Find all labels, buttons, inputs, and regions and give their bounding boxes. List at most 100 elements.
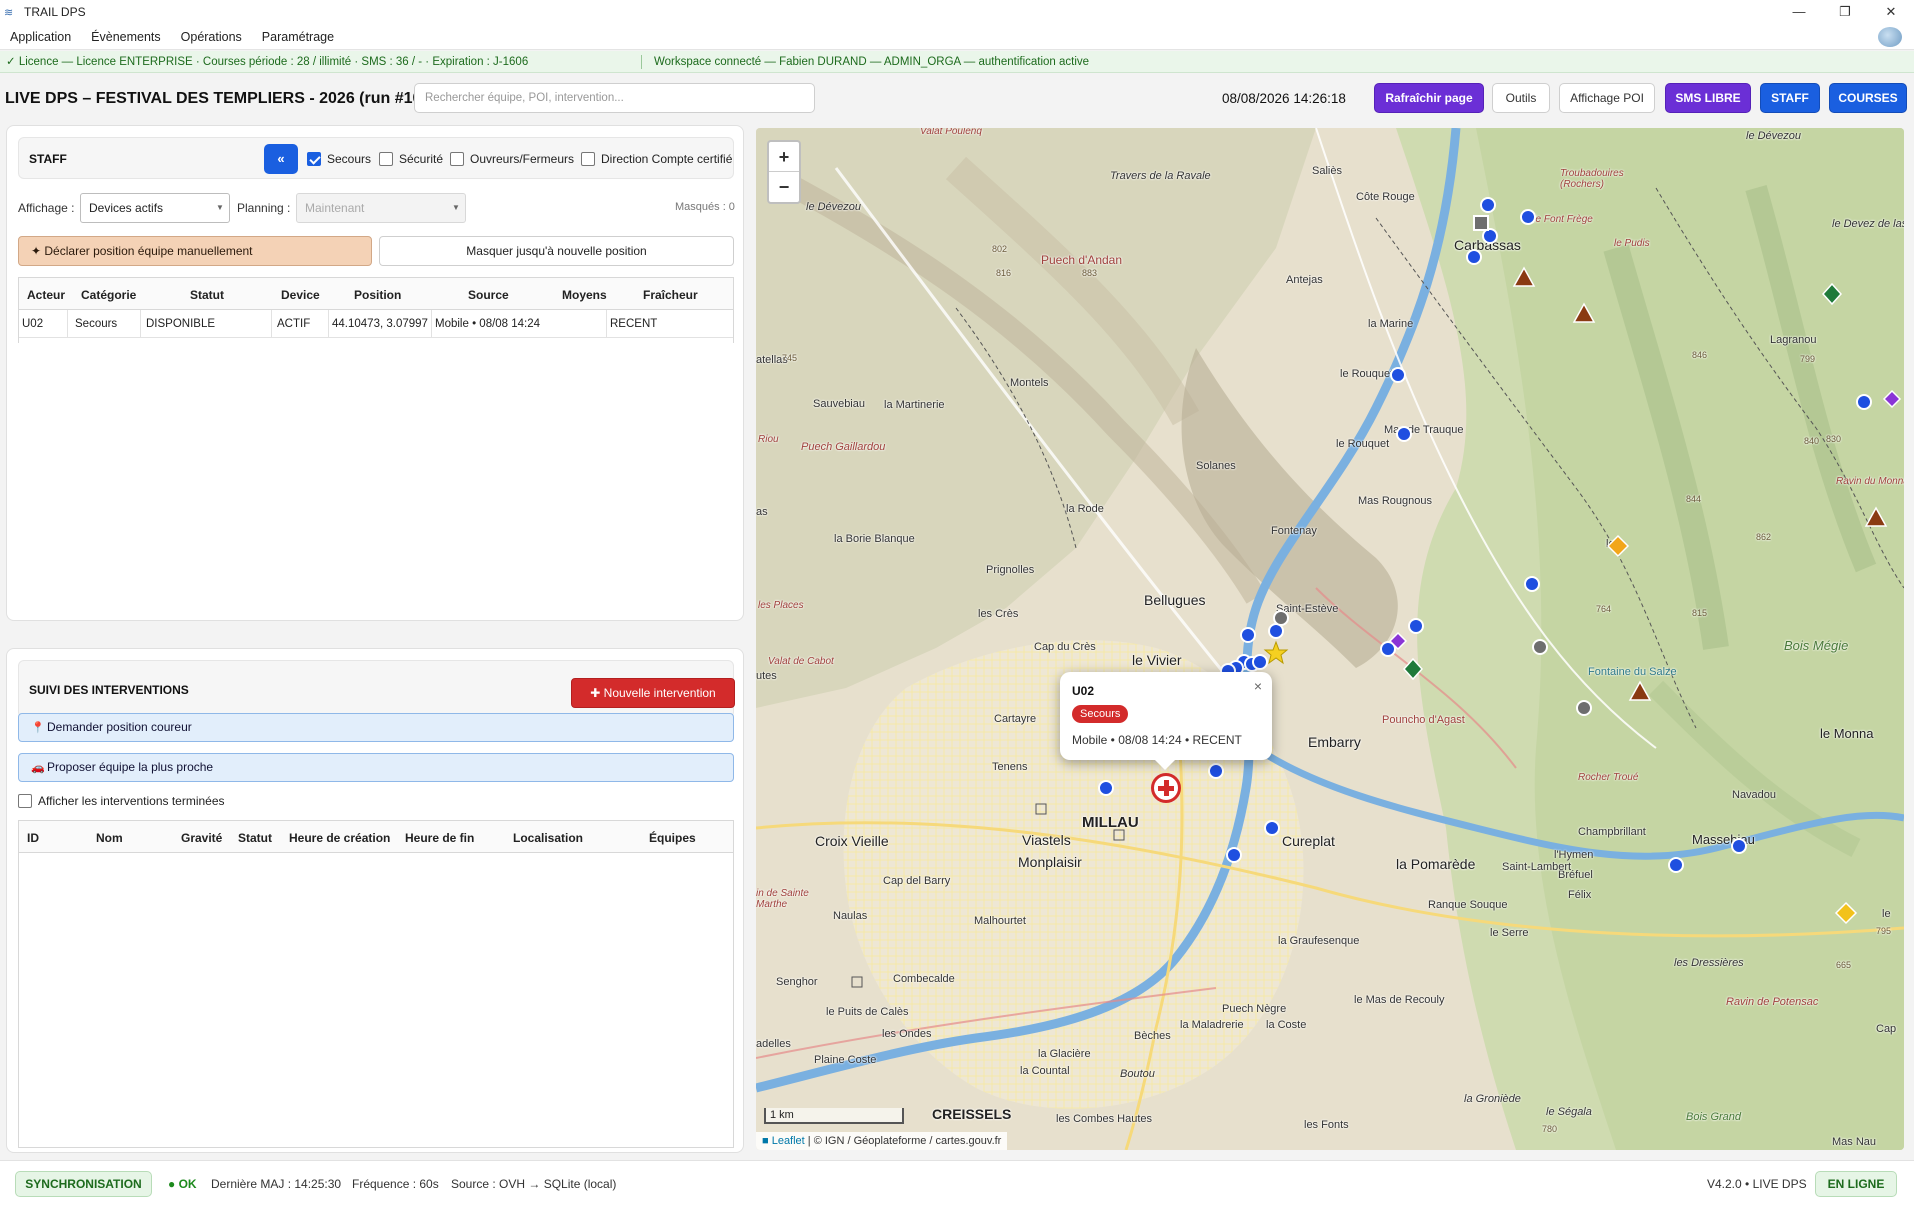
search-input[interactable] bbox=[414, 83, 815, 113]
place-label: le Devez de las bbox=[1832, 218, 1904, 230]
col-equipes[interactable]: Équipes bbox=[649, 831, 696, 845]
menu-evenements[interactable]: Évènements bbox=[81, 24, 170, 50]
table-row[interactable]: U02 Secours DISPONIBLE ACTIF 44.10473, 3… bbox=[19, 310, 733, 338]
interventions-header: SUIVI DES INTERVENTIONS ✚ Nouvelle inter… bbox=[18, 660, 735, 718]
pushpin-icon: 📍 bbox=[31, 722, 45, 734]
window-controls: — ❐ ✕ bbox=[1776, 0, 1914, 24]
place-label: de Font Frège bbox=[1530, 214, 1593, 225]
hide-until-position-button[interactable]: Masquer jusqu'à nouvelle position bbox=[379, 236, 734, 266]
place-label: la Pomarède bbox=[1396, 856, 1476, 872]
collapse-panel-button[interactable]: « bbox=[264, 144, 298, 174]
zoom-out-button[interactable]: − bbox=[769, 172, 799, 202]
sync-badge: SYNCHRONISATION bbox=[15, 1171, 152, 1197]
menu-bar: Application Évènements Opérations Paramé… bbox=[0, 24, 1914, 50]
sms-libre-button[interactable]: SMS LIBRE bbox=[1665, 83, 1751, 113]
staff-button[interactable]: STAFF bbox=[1760, 83, 1820, 113]
filter-label: Direction Compte certifié bbox=[601, 152, 733, 166]
filter-secours[interactable]: Secours bbox=[307, 152, 371, 166]
filter-securite[interactable]: Sécurité bbox=[379, 152, 443, 166]
place-label: le Vivier bbox=[1132, 652, 1182, 668]
place-label: le Monna bbox=[1820, 726, 1874, 741]
close-icon[interactable]: × bbox=[1254, 678, 1262, 694]
place-label: le Puits de Calès bbox=[826, 1006, 909, 1018]
filter-ouvreurs-fermeurs[interactable]: Ouvreurs/Fermeurs bbox=[450, 152, 574, 166]
cell-categorie: Secours bbox=[75, 318, 118, 330]
place-label: les Places bbox=[758, 600, 804, 611]
show-finished-interventions[interactable]: Afficher les interventions terminées bbox=[18, 794, 225, 808]
place-label: adelles bbox=[756, 1038, 791, 1050]
col-gravite[interactable]: Gravité bbox=[181, 831, 222, 845]
col-source[interactable]: Source bbox=[468, 288, 509, 302]
chevron-down-icon: ▼ bbox=[452, 203, 460, 212]
tools-button[interactable]: Outils bbox=[1492, 83, 1550, 113]
checkbox-icon[interactable] bbox=[379, 152, 393, 166]
place-label: la Maladrerie bbox=[1180, 1019, 1244, 1031]
cell-position: 44.10473, 3.07997 bbox=[332, 318, 428, 330]
courses-button[interactable]: COURSES bbox=[1829, 83, 1907, 113]
checkbox-icon[interactable] bbox=[18, 794, 32, 808]
declare-label: Déclarer position équipe manuellement bbox=[44, 244, 253, 258]
place-label: Solanes bbox=[1196, 460, 1236, 472]
place-label: Cartayre bbox=[994, 713, 1037, 725]
col-heure-fin[interactable]: Heure de fin bbox=[405, 831, 474, 845]
col-heure-creation[interactable]: Heure de création bbox=[289, 831, 390, 845]
show-done-label: Afficher les interventions terminées bbox=[38, 794, 225, 808]
new-intervention-button[interactable]: ✚ Nouvelle intervention bbox=[571, 678, 735, 708]
propose-nearest-team-button[interactable]: 🚗 Proposer équipe la plus proche bbox=[18, 753, 734, 782]
poi-display-button[interactable]: Affichage POI bbox=[1559, 83, 1655, 113]
place-label: Puech d'Andan bbox=[1041, 253, 1123, 267]
menu-parametrage[interactable]: Paramétrage bbox=[252, 24, 344, 50]
place-label: Massebiau bbox=[1692, 832, 1755, 847]
place-label: les Dressières bbox=[1674, 957, 1744, 969]
zoom-in-button[interactable]: + bbox=[769, 142, 799, 172]
place-label: le Serre bbox=[1490, 927, 1529, 939]
place-label: Riou bbox=[758, 434, 779, 445]
licence-strip: ✓ Licence — Licence ENTERPRISE · Courses… bbox=[0, 51, 1914, 73]
place-label: Valat Poulenq bbox=[920, 128, 982, 137]
spot-height: 802 bbox=[992, 244, 1008, 254]
menu-operations[interactable]: Opérations bbox=[171, 24, 252, 50]
spot-height: 840 bbox=[1804, 436, 1820, 446]
place-label: la Groniède bbox=[1464, 1093, 1521, 1105]
col-localisation[interactable]: Localisation bbox=[513, 831, 583, 845]
place-label: le Ségala bbox=[1546, 1106, 1592, 1118]
spot-height: 830 bbox=[1826, 434, 1842, 444]
col-categorie[interactable]: Catégorie bbox=[81, 288, 136, 302]
close-icon[interactable]: ✕ bbox=[1868, 0, 1914, 24]
pin-icon: ✦ bbox=[31, 244, 45, 258]
place-label: Monplaisir bbox=[1018, 854, 1082, 870]
col-acteur[interactable]: Acteur bbox=[27, 288, 65, 302]
affichage-select[interactable]: Devices actifs ▼ bbox=[80, 193, 230, 223]
checkbox-icon[interactable] bbox=[581, 152, 595, 166]
request-runner-position-button[interactable]: 📍 Demander position coureur bbox=[18, 713, 734, 742]
sync-status: ● OK bbox=[168, 1177, 197, 1191]
place-label: Mas Nau bbox=[1832, 1136, 1877, 1148]
refresh-page-button[interactable]: Rafraîchir page bbox=[1374, 83, 1484, 113]
leaflet-link[interactable]: ■ Leaflet bbox=[762, 1135, 805, 1147]
filter-direction[interactable]: Direction Compte certifié bbox=[581, 152, 732, 166]
maximize-icon[interactable]: ❐ bbox=[1822, 0, 1868, 24]
selected-unit-marker[interactable] bbox=[1151, 773, 1181, 803]
col-device[interactable]: Device bbox=[281, 288, 320, 302]
place-label: Prignolles bbox=[986, 564, 1035, 576]
declare-position-button[interactable]: ✦ Déclarer position équipe manuellement bbox=[18, 236, 372, 266]
col-fraicheur[interactable]: Fraîcheur bbox=[643, 288, 698, 302]
col-statut[interactable]: Statut bbox=[238, 831, 272, 845]
col-position[interactable]: Position bbox=[354, 288, 401, 302]
col-moyens[interactable]: Moyens bbox=[562, 288, 607, 302]
menu-application[interactable]: Application bbox=[0, 24, 81, 50]
filter-label: Sécurité bbox=[399, 152, 444, 166]
place-label: le bbox=[1606, 538, 1615, 550]
place-label: Montels bbox=[1010, 377, 1049, 389]
interventions-table-header: ID Nom Gravité Statut Heure de création … bbox=[19, 821, 733, 853]
col-statut[interactable]: Statut bbox=[190, 288, 224, 302]
map-view[interactable]: MILLAU CREISSELS Bellugues Embarry Curep… bbox=[756, 128, 1904, 1150]
place-label: Ranque Souque bbox=[1428, 899, 1508, 911]
checkbox-icon[interactable] bbox=[307, 152, 321, 166]
col-id[interactable]: ID bbox=[27, 831, 39, 845]
minimize-icon[interactable]: — bbox=[1776, 0, 1822, 24]
attribution-text: | © IGN / Géoplateforme / cartes.gouv.fr bbox=[804, 1135, 1002, 1147]
col-nom[interactable]: Nom bbox=[96, 831, 123, 845]
place-label: Pouncho d'Agast bbox=[1382, 714, 1465, 726]
checkbox-icon[interactable] bbox=[450, 152, 464, 166]
